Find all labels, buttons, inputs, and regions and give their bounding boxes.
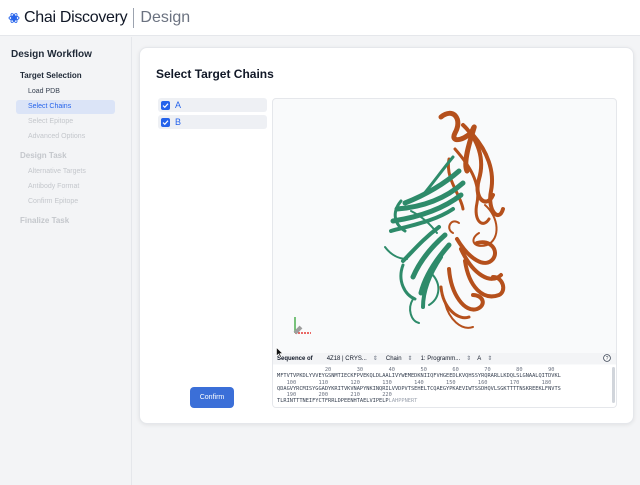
sidebar: Design Workflow Target Selection Load PD… — [0, 37, 132, 485]
molecule-select[interactable]: 1: Programm... — [421, 356, 461, 362]
page-title: Select Target Chains — [156, 67, 274, 81]
sidebar-item-advanced-options[interactable]: Advanced Options — [16, 130, 115, 144]
sequence-line[interactable]: MFTVTVPKDLYVVEYGSNMTIECKFPVEKQLDLAALIVYW… — [277, 373, 610, 379]
chain-select[interactable]: A — [477, 356, 481, 362]
brand-name: Chai Discovery — [24, 8, 128, 26]
sidebar-item-select-epitope[interactable]: Select Epitope — [16, 115, 115, 129]
section-title: Design — [140, 8, 191, 26]
chevron-updown-icon: ⇕ — [466, 356, 472, 362]
sidebar-group-finalize-task[interactable]: Finalize Task — [0, 213, 131, 229]
chain-b-ribbon — [438, 110, 506, 329]
sidebar-title: Design Workflow — [11, 49, 92, 60]
svg-text:?: ? — [606, 356, 609, 362]
chevron-updown-icon: ⇕ — [372, 356, 378, 362]
sequence-toolbar: Sequence of 4Z18 | CRYS... ⇕ Chain ⇕ 1: … — [273, 353, 616, 364]
top-bar: Chai Discovery Design — [0, 0, 640, 36]
brand-divider — [133, 7, 135, 28]
check-icon — [162, 102, 169, 108]
chevron-updown-icon: ⇕ — [407, 356, 413, 362]
chevron-updown-icon: ⇕ — [487, 356, 493, 362]
axis-helper-icon — [293, 317, 311, 335]
mouse-cursor-icon — [276, 347, 284, 358]
sequence-scrollbar[interactable] — [612, 367, 615, 403]
sidebar-item-antibody-format[interactable]: Antibody Format — [16, 180, 115, 194]
protein-structure-3d[interactable] — [273, 99, 617, 351]
sidebar-group-design-task[interactable]: Design Task — [0, 148, 131, 164]
sidebar-item-alternative-targets[interactable]: Alternative Targets — [16, 165, 115, 179]
sidebar-item-confirm-epitope[interactable]: Confirm Epitope — [16, 195, 115, 209]
sidebar-item-load-pdb[interactable]: Load PDB — [16, 85, 115, 99]
molecule-viewer[interactable]: Sequence of 4Z18 | CRYS... ⇕ Chain ⇕ 1: … — [272, 98, 617, 408]
chain-option-a[interactable]: A — [158, 98, 267, 112]
chain-label: A — [175, 100, 182, 110]
checkbox-chain-b[interactable] — [161, 117, 170, 127]
sequence-residues[interactable]: TLRINTTTNEIFYCTFRRLDPEENHTAELVIPELP — [277, 398, 389, 404]
chai-logo-icon — [8, 12, 20, 23]
sidebar-item-select-chains[interactable]: Select Chains — [16, 100, 115, 114]
confirm-button[interactable]: Confirm — [190, 387, 234, 408]
sequence-residues-unmodeled[interactable]: LAHPPNERT — [389, 398, 418, 404]
sequence-line[interactable]: TLRINTTTNEIFYCTFRRLDPEENHTAELVIPELPLAHPP… — [277, 398, 610, 404]
sequence-panel[interactable]: 20 30 40 50 60 70 80 90 MFTVTVPKDLYVVEYGS… — [273, 365, 616, 407]
entry-select[interactable]: 4Z18 | CRYS... — [327, 356, 367, 362]
chain-label: B — [175, 117, 182, 127]
chain-option-b[interactable]: B — [158, 115, 267, 129]
check-icon — [162, 119, 169, 125]
sidebar-group-target-selection[interactable]: Target Selection — [0, 68, 131, 84]
select-chains-card: Select Target Chains A B Confirm Sequenc… — [139, 47, 634, 424]
mode-select[interactable]: Chain — [386, 356, 402, 362]
help-icon[interactable]: ? — [603, 354, 611, 362]
checkbox-chain-a[interactable] — [161, 100, 170, 110]
